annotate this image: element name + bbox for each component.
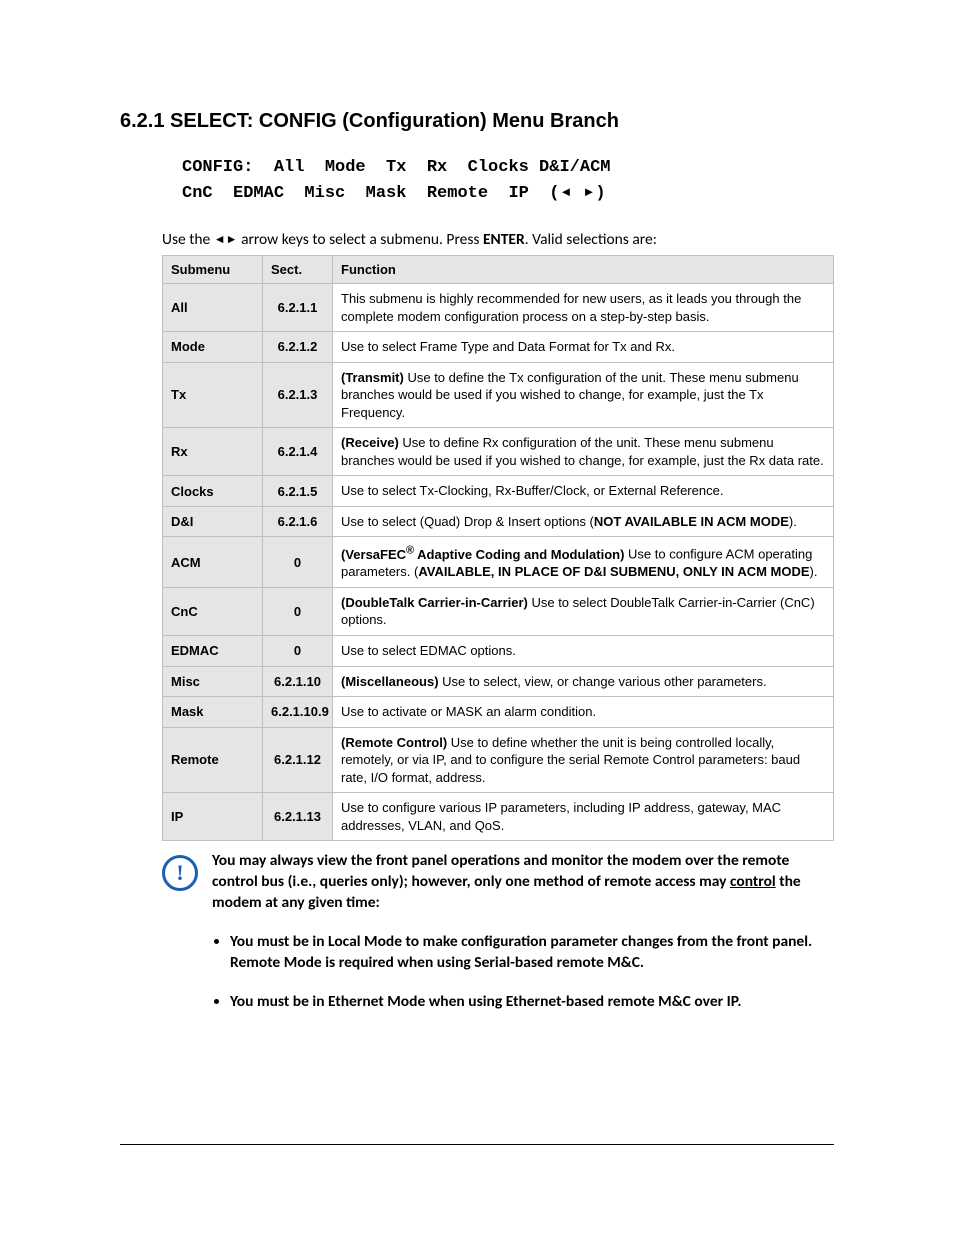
cell-function: Use to select (Quad) Drop & Insert optio… bbox=[333, 506, 834, 537]
table-row: Tx6.2.1.3(Transmit) Use to define the Tx… bbox=[163, 362, 834, 428]
cell-submenu: ACM bbox=[163, 537, 263, 587]
footer-rule bbox=[120, 1144, 834, 1145]
table-row: IP6.2.1.13Use to configure various IP pa… bbox=[163, 793, 834, 841]
section-heading: 6.2.1 SELECT: CONFIG (Configuration) Men… bbox=[120, 110, 834, 133]
cell-sect: 6.2.1.5 bbox=[263, 476, 333, 507]
note-text: You may always view the front panel oper… bbox=[212, 851, 834, 914]
cell-submenu: Tx bbox=[163, 362, 263, 428]
cell-submenu: Mode bbox=[163, 332, 263, 363]
left-arrow-icon: ◄ bbox=[559, 184, 572, 199]
cell-submenu: Rx bbox=[163, 428, 263, 476]
right-arrow-icon: ► bbox=[226, 233, 238, 247]
cell-function: (VersaFEC® Adaptive Coding and Modulatio… bbox=[333, 537, 834, 587]
table-row: Rx6.2.1.4(Receive) Use to define Rx conf… bbox=[163, 428, 834, 476]
cell-sect: 0 bbox=[263, 635, 333, 666]
intro-pre: Use the bbox=[162, 230, 214, 249]
lcd-display: CONFIG: All Mode Tx Rx Clocks D&I/ACM Cn… bbox=[182, 155, 834, 206]
cell-sect: 6.2.1.10.9 bbox=[263, 697, 333, 728]
table-row: Misc6.2.1.10(Miscellaneous) Use to selec… bbox=[163, 666, 834, 697]
lcd-line-1: CONFIG: All Mode Tx Rx Clocks D&I/ACM bbox=[182, 158, 610, 177]
table-row: D&I6.2.1.6Use to select (Quad) Drop & In… bbox=[163, 506, 834, 537]
cell-submenu: Misc bbox=[163, 666, 263, 697]
cell-function: (Transmit) Use to define the Tx configur… bbox=[333, 362, 834, 428]
cell-function: Use to configure various IP parameters, … bbox=[333, 793, 834, 841]
table-row: Mode6.2.1.2Use to select Frame Type and … bbox=[163, 332, 834, 363]
th-submenu: Submenu bbox=[163, 256, 263, 284]
cell-sect: 6.2.1.10 bbox=[263, 666, 333, 697]
cell-submenu: Clocks bbox=[163, 476, 263, 507]
table-row: Remote6.2.1.12(Remote Control) Use to de… bbox=[163, 727, 834, 793]
table-row: ACM0(VersaFEC® Adaptive Coding and Modul… bbox=[163, 537, 834, 587]
cell-sect: 6.2.1.1 bbox=[263, 284, 333, 332]
cell-sect: 6.2.1.2 bbox=[263, 332, 333, 363]
table-header-row: Submenu Sect. Function bbox=[163, 256, 834, 284]
right-arrow-icon: ► bbox=[583, 184, 596, 199]
intro-text: Use the ◄► arrow keys to select a submen… bbox=[162, 230, 834, 249]
cell-function: (Receive) Use to define Rx configuration… bbox=[333, 428, 834, 476]
submenu-table: Submenu Sect. Function All6.2.1.1This su… bbox=[162, 255, 834, 841]
th-sect: Sect. bbox=[263, 256, 333, 284]
cell-sect: 6.2.1.12 bbox=[263, 727, 333, 793]
cell-function: (Miscellaneous) Use to select, view, or … bbox=[333, 666, 834, 697]
cell-sect: 6.2.1.13 bbox=[263, 793, 333, 841]
info-icon: ! bbox=[162, 855, 198, 891]
list-item: You must be in Local Mode to make config… bbox=[230, 932, 834, 974]
left-arrow-icon: ◄ bbox=[214, 233, 226, 247]
cell-function: Use to select Tx-Clocking, Rx-Buffer/Clo… bbox=[333, 476, 834, 507]
cell-submenu: Mask bbox=[163, 697, 263, 728]
cell-submenu: All bbox=[163, 284, 263, 332]
th-function: Function bbox=[333, 256, 834, 284]
cell-sect: 6.2.1.6 bbox=[263, 506, 333, 537]
cell-function: (Remote Control) Use to define whether t… bbox=[333, 727, 834, 793]
intro-enter: ENTER bbox=[483, 230, 525, 249]
table-row: Clocks6.2.1.5Use to select Tx-Clocking, … bbox=[163, 476, 834, 507]
cell-sect: 6.2.1.3 bbox=[263, 362, 333, 428]
table-row: Mask6.2.1.10.9Use to activate or MASK an… bbox=[163, 697, 834, 728]
lcd-line-2-pre: CnC EDMAC Misc Mask Remote IP ( bbox=[182, 184, 559, 203]
cell-function: Use to select Frame Type and Data Format… bbox=[333, 332, 834, 363]
list-item: You must be in Ethernet Mode when using … bbox=[230, 992, 834, 1013]
cell-submenu: IP bbox=[163, 793, 263, 841]
cell-sect: 0 bbox=[263, 537, 333, 587]
lcd-line-2-post: ) bbox=[595, 184, 605, 203]
intro-mid: arrow keys to select a submenu. Press bbox=[238, 230, 483, 249]
cell-function: Use to activate or MASK an alarm conditi… bbox=[333, 697, 834, 728]
cell-function: This submenu is highly recommended for n… bbox=[333, 284, 834, 332]
table-row: All6.2.1.1This submenu is highly recomme… bbox=[163, 284, 834, 332]
cell-submenu: D&I bbox=[163, 506, 263, 537]
cell-function: Use to select EDMAC options. bbox=[333, 635, 834, 666]
cell-sect: 0 bbox=[263, 587, 333, 635]
bullet-list: You must be in Local Mode to make config… bbox=[230, 932, 834, 1013]
cell-sect: 6.2.1.4 bbox=[263, 428, 333, 476]
intro-post: . Valid selections are: bbox=[525, 230, 657, 249]
cell-submenu: CnC bbox=[163, 587, 263, 635]
cell-submenu: Remote bbox=[163, 727, 263, 793]
table-row: CnC0(DoubleTalk Carrier-in-Carrier) Use … bbox=[163, 587, 834, 635]
table-row: EDMAC0Use to select EDMAC options. bbox=[163, 635, 834, 666]
cell-function: (DoubleTalk Carrier-in-Carrier) Use to s… bbox=[333, 587, 834, 635]
cell-submenu: EDMAC bbox=[163, 635, 263, 666]
